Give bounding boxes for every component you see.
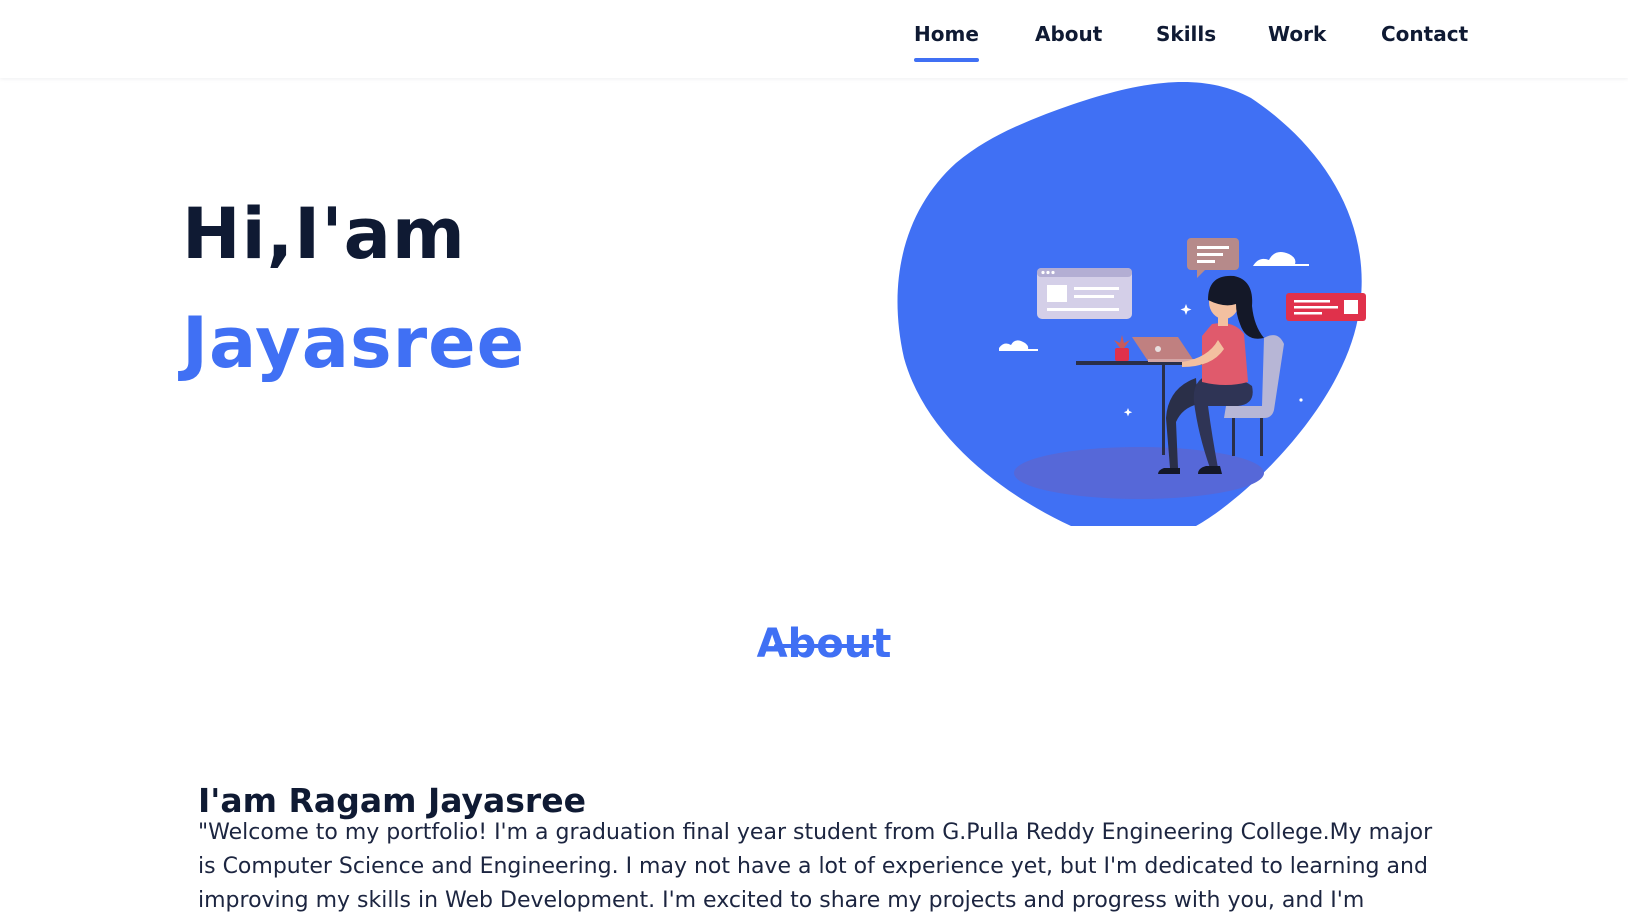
main-nav: Home About Skills Work Contact <box>0 0 1628 78</box>
nav-work-link[interactable]: Work <box>1268 22 1326 46</box>
about-description: "Welcome to my portfolio! I'm a graduati… <box>198 820 1433 913</box>
hero-name: Jayasree <box>182 302 526 384</box>
nav-skills-link[interactable]: Skills <box>1156 22 1216 46</box>
about-heading: I'am Ragam Jayasree <box>198 781 586 820</box>
hero-greeting: Hi,I'am <box>182 193 466 275</box>
nav-contact-link[interactable]: Contact <box>1381 22 1468 46</box>
hero-illustration <box>897 81 1366 526</box>
browser-window-icon <box>1037 268 1132 319</box>
nav-about-link[interactable]: About <box>1035 22 1102 46</box>
about-title-underline <box>774 644 874 648</box>
floor-shadow <box>1014 447 1264 499</box>
notification-card-icon <box>1286 293 1366 321</box>
site-header: Home About Skills Work Contact <box>0 0 1628 78</box>
nav-home-link[interactable]: Home <box>914 22 979 62</box>
